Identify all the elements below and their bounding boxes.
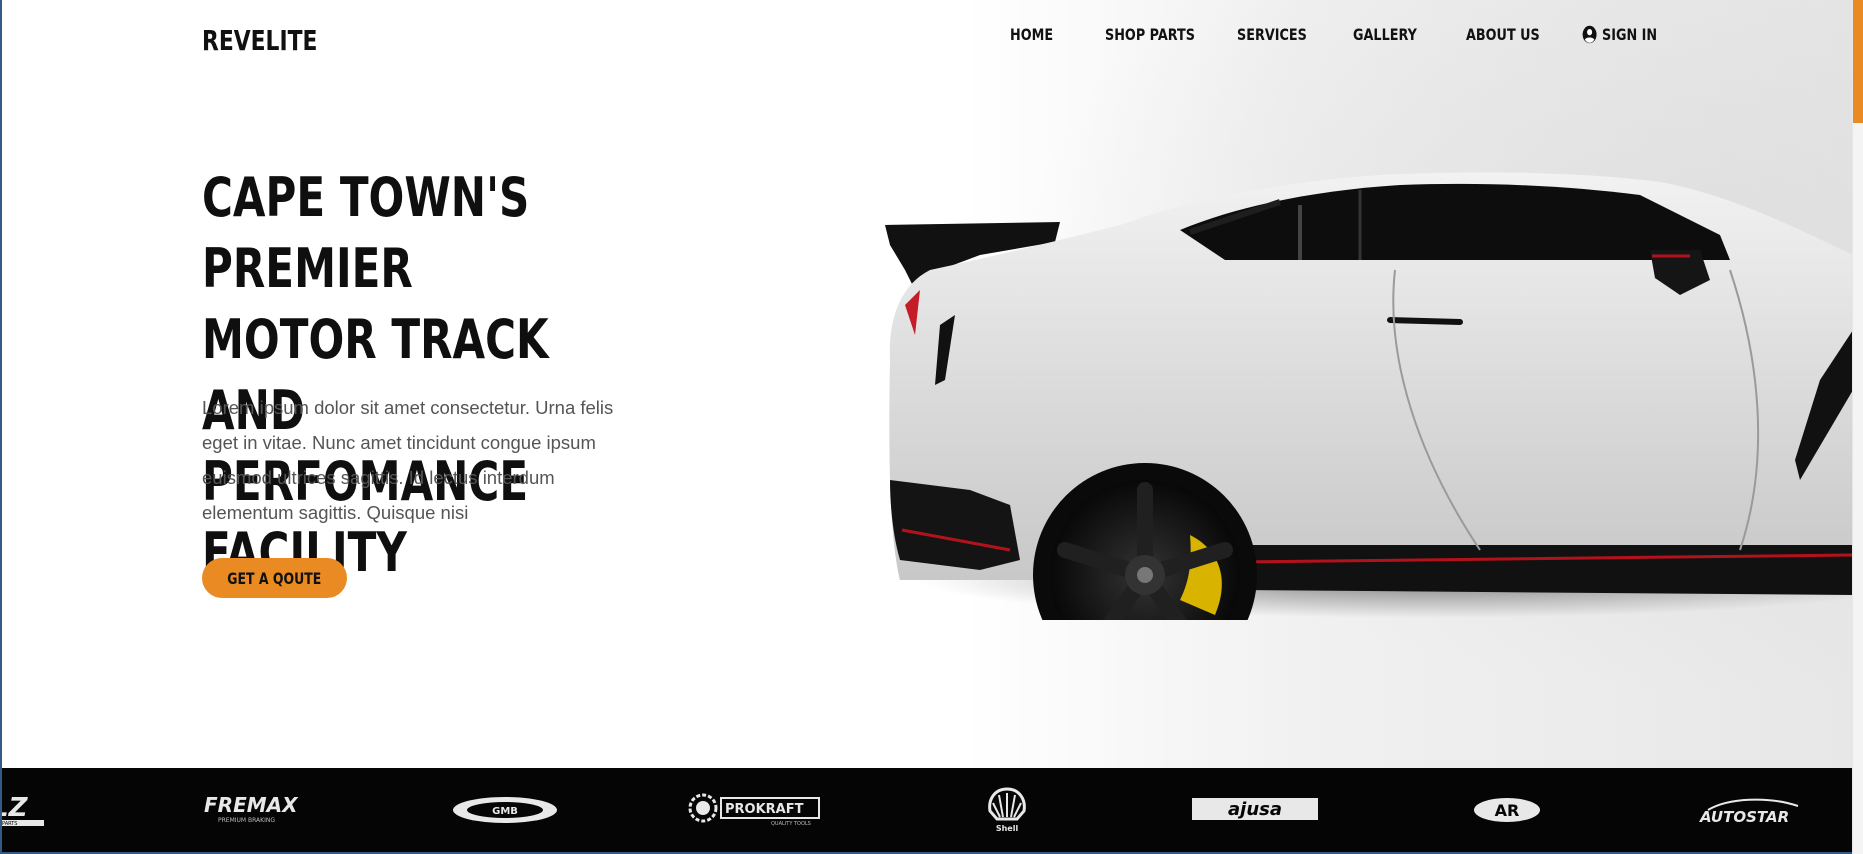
site-logo[interactable]: REVELITE bbox=[202, 24, 317, 57]
brand-logo-ajusa: ajusa bbox=[1190, 768, 1320, 852]
hero-description: Lorem ipsum dolor sit amet consectetur. … bbox=[202, 397, 614, 523]
headline-line-1: CAPE TOWN'S PREMIER bbox=[202, 166, 530, 300]
brand-logo-shell: Shell bbox=[985, 768, 1030, 852]
gmb-logo-icon: GMB bbox=[453, 797, 557, 823]
window-frame-left bbox=[0, 0, 2, 854]
ajusa-logo-icon: ajusa bbox=[1192, 798, 1318, 820]
nav-shop-parts[interactable]: SHOP PARTS bbox=[1105, 25, 1195, 44]
svg-text:QUALITY TOOLS: QUALITY TOOLS bbox=[771, 821, 811, 827]
brand-logo-lz: LZ PARTS bbox=[0, 768, 52, 852]
vertical-scrollbar[interactable] bbox=[1852, 0, 1863, 854]
brand-logo-prokraft: PROKRAFT QUALITY TOOLS bbox=[687, 768, 822, 852]
svg-text:GMB: GMB bbox=[492, 806, 518, 817]
nav-about-us[interactable]: ABOUT US bbox=[1466, 25, 1540, 44]
svg-text:PARTS: PARTS bbox=[2, 821, 17, 827]
nav-services[interactable]: SERVICES bbox=[1237, 25, 1307, 44]
ar-logo-icon: AR bbox=[1474, 798, 1540, 822]
partner-brands-bar: LZ PARTS FREMAX PREMIUM BRAKING GMB PROK… bbox=[0, 768, 1853, 852]
autostar-logo-icon: AUTOSTAR bbox=[1699, 798, 1799, 826]
svg-text:AUTOSTAR: AUTOSTAR bbox=[1699, 808, 1789, 826]
sports-car-image bbox=[885, 172, 1853, 620]
fremax-logo-icon: FREMAX PREMIUM BRAKING bbox=[204, 793, 299, 824]
svg-text:PREMIUM BRAKING: PREMIUM BRAKING bbox=[218, 817, 275, 824]
brand-logo-autostar: AUTOSTAR bbox=[1698, 768, 1816, 852]
svg-text:LZ: LZ bbox=[0, 793, 29, 823]
sign-in-link[interactable]: SIGN IN bbox=[1582, 25, 1657, 44]
svg-text:AR: AR bbox=[1495, 801, 1520, 820]
brand-logo-fremax: FREMAX PREMIUM BRAKING bbox=[200, 768, 315, 852]
svg-text:FREMAX: FREMAX bbox=[204, 793, 299, 817]
svg-text:PROKRAFT: PROKRAFT bbox=[725, 802, 804, 817]
shell-logo-icon: Shell bbox=[988, 787, 1026, 833]
get-quote-label: GET A QOUTE bbox=[227, 568, 322, 588]
get-quote-button[interactable]: GET A QOUTE bbox=[202, 558, 347, 598]
lz-logo-icon: LZ PARTS bbox=[0, 793, 44, 827]
scrollbar-thumb[interactable] bbox=[1853, 0, 1863, 123]
svg-text:Shell: Shell bbox=[996, 824, 1019, 833]
nav-gallery[interactable]: GALLERY bbox=[1353, 25, 1417, 44]
prokraft-logo-icon: PROKRAFT QUALITY TOOLS bbox=[688, 793, 820, 827]
svg-text:ajusa: ajusa bbox=[1228, 799, 1282, 820]
brand-logo-gmb: GMB bbox=[450, 768, 560, 852]
user-circle-icon bbox=[1582, 25, 1597, 43]
sign-in-label: SIGN IN bbox=[1602, 24, 1658, 44]
nav-home[interactable]: HOME bbox=[1010, 25, 1053, 44]
brand-logo-ar: AR bbox=[1472, 768, 1542, 852]
